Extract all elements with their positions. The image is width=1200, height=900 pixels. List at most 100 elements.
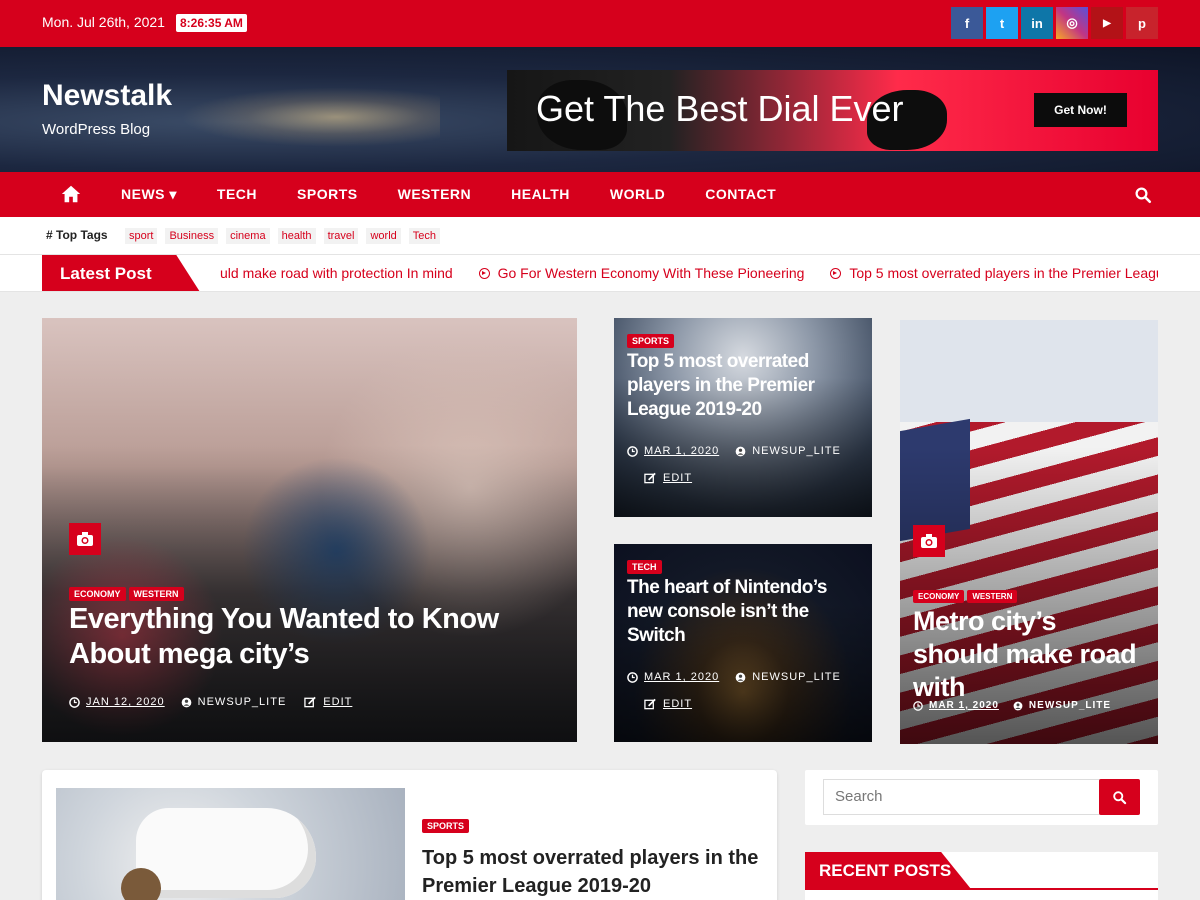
twitter-icon[interactable]: t [986, 7, 1018, 39]
post-title[interactable]: Everything You Wanted to Know About mega… [69, 602, 549, 672]
banner-text: Get The Best Dial Ever [536, 88, 904, 129]
linkedin-icon[interactable]: in [1021, 7, 1053, 39]
clock-icon [627, 445, 638, 457]
category-badge[interactable]: SPORTS [627, 334, 675, 348]
post-title[interactable]: Top 5 most overrated players in the Prem… [627, 350, 862, 422]
main-navigation: NEWS ▾ TECH SPORTS WESTERN HEALTH WORLD … [0, 172, 1200, 217]
ticker-item[interactable]: Go For Western Economy With These Pionee… [498, 265, 805, 281]
ticker-items: uld make road with protection In mind Go… [220, 265, 1158, 285]
clock-icon [913, 700, 923, 711]
youtube-icon[interactable]: ▶ [1091, 7, 1123, 39]
latest-post-ticker: Latest Post uld make road with protectio… [0, 255, 1200, 292]
search-button[interactable] [1099, 779, 1140, 815]
post-author[interactable]: NEWSUP_LITE [198, 696, 287, 708]
play-circle-icon [830, 268, 842, 279]
post-image[interactable] [56, 788, 405, 900]
image-astronaut [136, 808, 316, 898]
header-background-image [180, 87, 440, 147]
current-time: 8:26:35 AM [176, 14, 247, 32]
nav-item-news[interactable]: NEWS ▾ [101, 172, 197, 217]
divider [805, 888, 1158, 890]
edit-link[interactable]: EDIT [663, 698, 692, 710]
camera-icon [913, 525, 945, 557]
post-title[interactable]: The heart of Nintendo’s new console isn’… [627, 576, 862, 648]
category-badges: SPORTS [627, 331, 677, 349]
post-author[interactable]: NEWSUP_LITE [752, 671, 841, 683]
social-links: f t in ◎ ▶ p [951, 7, 1158, 39]
post-title[interactable]: Top 5 most overrated players in the Prem… [422, 844, 762, 900]
category-badges: SPORTS [422, 816, 472, 834]
top-tags-label: # Top Tags [46, 228, 108, 242]
post-title[interactable]: Metro city’s should make road with [913, 605, 1148, 704]
category-badge[interactable]: SPORTS [422, 819, 470, 833]
recent-posts-widget: RECENT POSTS [805, 852, 1158, 900]
top-bar: Mon. Jul 26th, 2021 8:26:35 AM f t in ◎ … [0, 0, 1200, 47]
pinterest-icon[interactable]: p [1126, 7, 1158, 39]
edit-link[interactable]: EDIT [323, 696, 352, 708]
tag-cinema[interactable]: cinema [226, 228, 270, 244]
post-meta: JAN 12, 2020 NEWSUP_LITE EDIT [69, 696, 352, 708]
post-date[interactable]: MAR 1, 2020 [644, 445, 719, 457]
category-badge[interactable]: TECH [627, 560, 662, 574]
category-badges: TECH [627, 557, 665, 575]
post-meta-edit: EDIT [644, 472, 692, 484]
sidebar-search-widget: Search [805, 770, 1158, 825]
tag-business[interactable]: Business [165, 228, 219, 244]
tag-list: sport Business cinema health travel worl… [125, 228, 441, 244]
post-meta: MAR 1, 2020 NEWSUP_LITE [913, 700, 1111, 711]
tag-sport[interactable]: sport [125, 228, 158, 244]
nav-item-tech[interactable]: TECH [197, 172, 277, 217]
featured-post-right[interactable]: ECONOMY WESTERN Metro city’s should make … [900, 320, 1158, 744]
hashtag-icon: # [46, 228, 53, 242]
search-input[interactable]: Search [823, 779, 1100, 815]
recent-posts-title: RECENT POSTS [805, 852, 971, 889]
category-badge[interactable]: WESTERN [128, 587, 184, 601]
tag-health[interactable]: health [277, 228, 316, 244]
tag-tech[interactable]: Tech [408, 228, 441, 244]
post-author[interactable]: NEWSUP_LITE [752, 445, 841, 457]
post-date[interactable]: JAN 12, 2020 [86, 696, 165, 708]
ad-banner[interactable]: Get The Best Dial Ever Get Now! [507, 70, 1158, 151]
play-circle-icon [478, 268, 490, 279]
post-list-item: SPORTS Top 5 most overrated players in t… [42, 770, 777, 900]
ticker-item[interactable]: uld make road with protection In mind [220, 265, 453, 281]
latest-post-label: Latest Post [42, 255, 200, 291]
featured-post-small[interactable]: SPORTS Top 5 most overrated players in t… [614, 318, 872, 517]
nav-item-contact[interactable]: CONTACT [685, 172, 796, 217]
post-date[interactable]: MAR 1, 2020 [929, 700, 999, 711]
user-icon [1013, 701, 1023, 710]
nav-item-sports[interactable]: SPORTS [277, 172, 378, 217]
image-detail [121, 868, 161, 900]
user-icon [735, 446, 746, 456]
nav-item-world[interactable]: WORLD [590, 172, 685, 217]
user-icon [735, 672, 746, 682]
search-icon [1113, 790, 1127, 804]
clock-icon [69, 696, 80, 708]
nav-item-western[interactable]: WESTERN [378, 172, 492, 217]
post-author[interactable]: NEWSUP_LITE [1029, 700, 1111, 711]
camera-icon [69, 523, 101, 555]
ticker-item[interactable]: Top 5 most overrated players in the Prem… [849, 265, 1158, 281]
search-icon[interactable] [1134, 186, 1152, 204]
category-badge[interactable]: WESTERN [967, 590, 1018, 603]
nav-item-health[interactable]: HEALTH [491, 172, 590, 217]
get-now-button[interactable]: Get Now! [1034, 93, 1127, 127]
home-icon[interactable] [60, 183, 82, 205]
post-meta: MAR 1, 2020 NEWSUP_LITE [627, 445, 841, 457]
site-title[interactable]: Newstalk [42, 79, 172, 113]
site-header: Newstalk WordPress Blog Get The Best Dia… [0, 47, 1200, 172]
category-badge[interactable]: ECONOMY [69, 587, 126, 601]
facebook-icon[interactable]: f [951, 7, 983, 39]
tag-world[interactable]: world [366, 228, 401, 244]
category-badge[interactable]: ECONOMY [913, 590, 965, 603]
current-date: Mon. Jul 26th, 2021 [42, 14, 165, 30]
edit-icon [644, 472, 656, 484]
edit-link[interactable]: EDIT [663, 472, 692, 484]
featured-post-small[interactable]: TECH The heart of Nintendo’s new console… [614, 544, 872, 742]
post-date[interactable]: MAR 1, 2020 [644, 671, 719, 683]
nav-menu: NEWS ▾ TECH SPORTS WESTERN HEALTH WORLD … [101, 172, 796, 217]
featured-post-main[interactable]: ECONOMY WESTERN Everything You Wanted to … [42, 318, 577, 742]
instagram-icon[interactable]: ◎ [1056, 7, 1088, 39]
tag-travel[interactable]: travel [323, 228, 359, 244]
category-badges: ECONOMY WESTERN [913, 586, 1020, 604]
